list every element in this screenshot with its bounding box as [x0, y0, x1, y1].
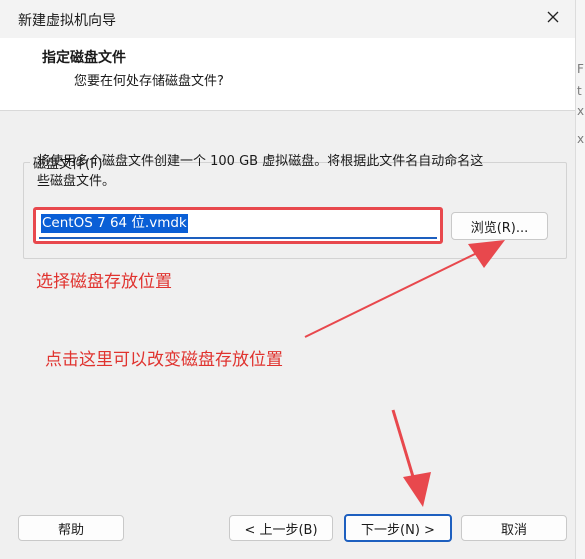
background-char: x: [577, 132, 585, 146]
back-button[interactable]: < 上一步(B): [229, 515, 333, 541]
annotation-arrows: [304, 240, 505, 507]
arrow-to-browse: [304, 251, 480, 338]
arrow-head-next: [403, 472, 431, 507]
background-char: F: [577, 62, 584, 76]
help-button[interactable]: 帮助: [18, 515, 124, 541]
next-button[interactable]: 下一步(N) >: [344, 514, 452, 542]
background-char: t: [577, 84, 582, 98]
cancel-button[interactable]: 取消: [461, 515, 567, 541]
background-char: x: [577, 104, 585, 118]
